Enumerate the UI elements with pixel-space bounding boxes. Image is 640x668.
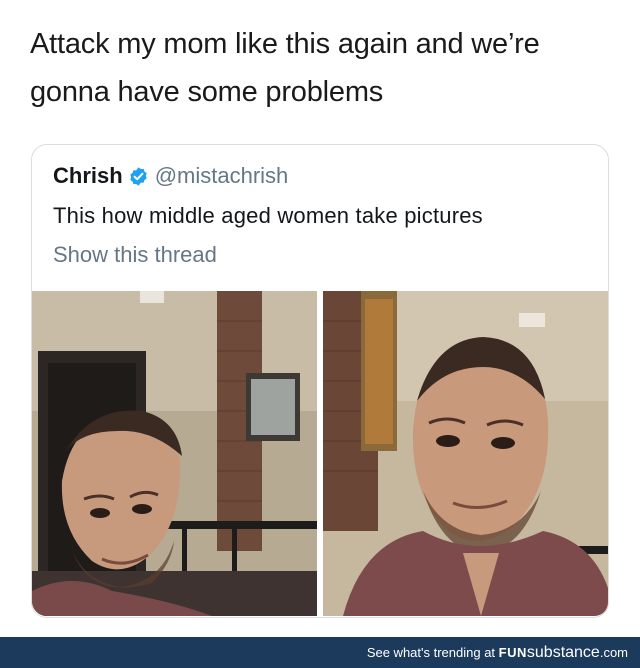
- footer-prompt: See what's trending at: [366, 645, 496, 660]
- footer-trending-link[interactable]: See what's trending at FUNsubstance.com: [367, 644, 628, 662]
- brand-com: .com: [599, 645, 628, 660]
- site-footer-bar: See what's trending at FUNsubstance.com: [0, 637, 640, 668]
- tweet-author-name[interactable]: Chrish: [53, 163, 123, 189]
- tweet-photo-left[interactable]: [32, 291, 317, 616]
- tweet-text: This how middle aged women take pictures: [53, 203, 483, 228]
- verified-badge-icon: [128, 166, 149, 187]
- tweet-header: Chrish @mistachrish: [53, 161, 288, 191]
- post-caption: Attack my mom like this again and we’re …: [30, 28, 540, 108]
- tweet-author-handle[interactable]: @mistachrish: [155, 163, 289, 189]
- tweet-photo-right[interactable]: [323, 291, 608, 616]
- brand-fun: FUN: [498, 645, 527, 660]
- brand-substance: substance: [526, 644, 600, 661]
- embedded-tweet-card[interactable]: Chrish @mistachrish This how middle aged…: [31, 144, 609, 618]
- show-thread-link[interactable]: Show this thread: [53, 242, 217, 268]
